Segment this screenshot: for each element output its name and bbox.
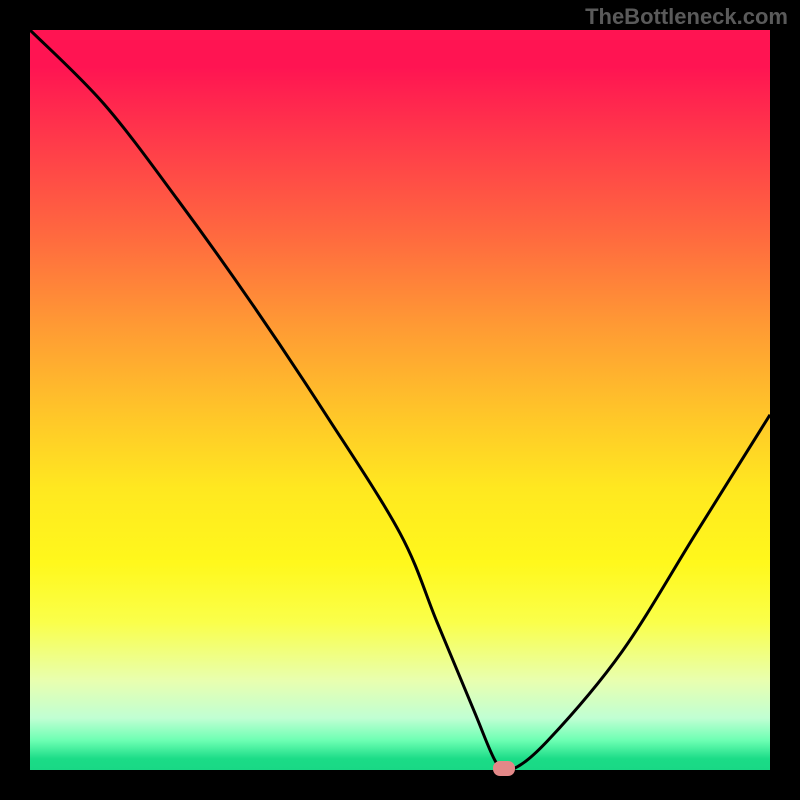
watermark-text: TheBottleneck.com — [585, 4, 788, 30]
plot-area — [30, 30, 770, 770]
bottleneck-curve — [30, 30, 770, 770]
optimal-point-marker — [493, 761, 515, 776]
